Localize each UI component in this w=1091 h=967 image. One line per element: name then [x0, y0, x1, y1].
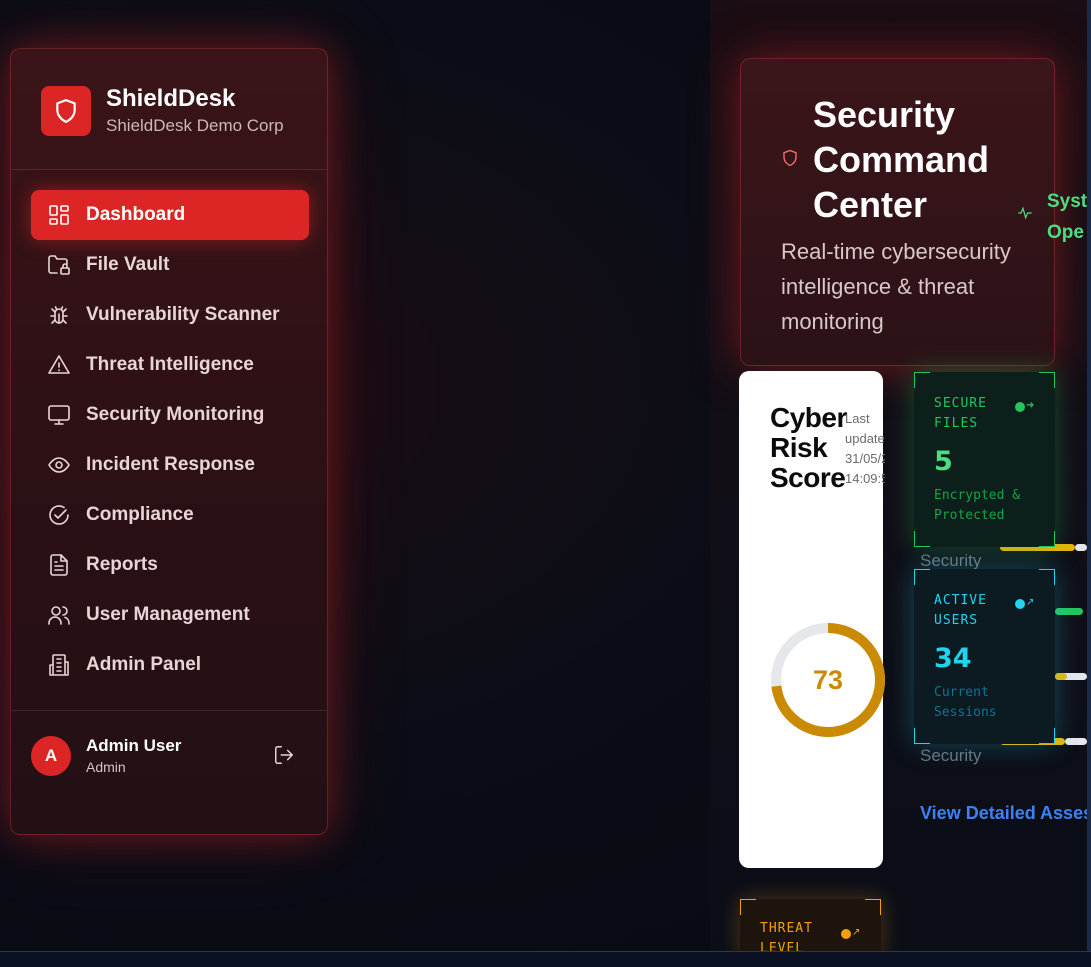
scrollbar[interactable]: [1087, 0, 1091, 951]
taskbar-strip: [0, 951, 1091, 967]
eye-icon: [46, 453, 71, 478]
tile-value: 34: [934, 643, 972, 674]
activity-icon: [1017, 205, 1035, 223]
header-card: Security Command Center Real-time cybers…: [740, 58, 1055, 366]
sidebar-item-threat-intelligence[interactable]: Threat Intelligence: [31, 340, 309, 390]
tile-desc: Current Sessions: [934, 685, 997, 720]
divider: [11, 169, 327, 170]
divider: [11, 710, 327, 711]
alert-triangle-icon: [46, 353, 71, 378]
user-name: Admin User: [86, 736, 182, 755]
status-dot-icon: [841, 929, 851, 939]
bug-icon: [46, 303, 71, 328]
sidebar-item-label: Incident Response: [86, 454, 255, 475]
status-dot-icon: [1015, 402, 1025, 412]
brand-org: ShieldDesk Demo Corp: [106, 116, 284, 135]
page-subtitle: Real-time cybersecurity intelligence & t…: [781, 239, 1011, 334]
arrow-right-icon: ➜: [1026, 400, 1035, 411]
sidebar-nav: Dashboard File Vault Vulnerability Scann…: [31, 190, 309, 690]
sidebar-item-label: Compliance: [86, 504, 194, 525]
sidebar-item-label: Reports: [86, 554, 158, 575]
sidebar-item-reports[interactable]: Reports: [31, 540, 309, 590]
threat-level-tile[interactable]: THREAT LEVEL ↗: [740, 899, 881, 959]
user-role: Admin: [86, 759, 126, 775]
tile-label: ACTIVE USERS: [934, 593, 987, 628]
tile-value: 5: [934, 446, 953, 477]
sidebar-item-label: Security Monitoring: [86, 404, 265, 425]
user-profile: A Admin User Admin: [31, 732, 309, 780]
sidebar-item-compliance[interactable]: Compliance: [31, 490, 309, 540]
sidebar-item-label: File Vault: [86, 254, 170, 275]
avatar: A: [31, 736, 71, 776]
risk-updated: Last updated 31/05/202 14:09:56: [845, 411, 885, 486]
dashboard-icon: [46, 203, 71, 228]
file-text-icon: [46, 553, 71, 578]
logout-icon[interactable]: [273, 744, 297, 768]
sidebar-item-file-vault[interactable]: File Vault: [31, 240, 309, 290]
trend-up-icon: ↗: [1026, 597, 1035, 608]
shield-logo-icon: [41, 86, 91, 136]
security-label: Security: [920, 551, 982, 570]
sidebar-item-label: Admin Panel: [86, 654, 202, 675]
view-detailed-assessment-link[interactable]: View Detailed Assess: [920, 803, 1091, 824]
sidebar-item-security-monitoring[interactable]: Security Monitoring: [31, 390, 309, 440]
folder-lock-icon: [46, 253, 71, 278]
status-dot-icon: [1015, 599, 1025, 609]
tile-desc: Encrypted & Protected: [934, 488, 1021, 523]
risk-title: Cyber Risk Score: [770, 402, 847, 493]
shield-icon: [781, 149, 799, 167]
sidebar-item-user-management[interactable]: User Management: [31, 590, 309, 640]
brand-name: ShieldDesk: [106, 85, 236, 112]
secure-files-tile[interactable]: SECURE FILES ➜ 5 Encrypted & Protected: [914, 372, 1055, 547]
risk-score-value: 73: [812, 664, 844, 695]
progress-bar: [1055, 673, 1067, 680]
progress-track: [1065, 738, 1087, 745]
security-label: Security: [920, 746, 982, 765]
sidebar-item-admin-panel[interactable]: Admin Panel: [31, 640, 309, 690]
tile-label: SECURE FILES: [934, 396, 987, 431]
monitor-icon: [46, 403, 71, 428]
users-icon: [46, 603, 71, 628]
system-status: Syst Ope: [1047, 191, 1088, 243]
sidebar-item-label: Dashboard: [86, 204, 186, 225]
check-circle-icon: [46, 503, 71, 528]
sidebar: ShieldDesk ShieldDesk Demo Corp Dashboar…: [10, 48, 328, 835]
brand: ShieldDesk ShieldDesk Demo Corp: [41, 84, 284, 138]
page-title: Security Command Center: [813, 94, 990, 225]
progress-track: [1075, 544, 1087, 551]
sidebar-item-label: User Management: [86, 604, 250, 625]
progress-bar: [1055, 608, 1083, 615]
risk-gauge: 73: [770, 620, 890, 740]
trend-up-icon: ↗: [852, 927, 861, 938]
sidebar-item-label: Vulnerability Scanner: [86, 304, 280, 325]
sidebar-item-incident-response[interactable]: Incident Response: [31, 440, 309, 490]
sidebar-item-label: Threat Intelligence: [86, 354, 254, 375]
sidebar-item-dashboard[interactable]: Dashboard: [31, 190, 309, 240]
active-users-tile[interactable]: ACTIVE USERS ↗ 34 Current Sessions: [914, 569, 1055, 744]
building-icon: [46, 653, 71, 678]
sidebar-item-vulnerability-scanner[interactable]: Vulnerability Scanner: [31, 290, 309, 340]
cyber-risk-card: Cyber Risk Score Last updated 31/05/202 …: [739, 371, 885, 868]
